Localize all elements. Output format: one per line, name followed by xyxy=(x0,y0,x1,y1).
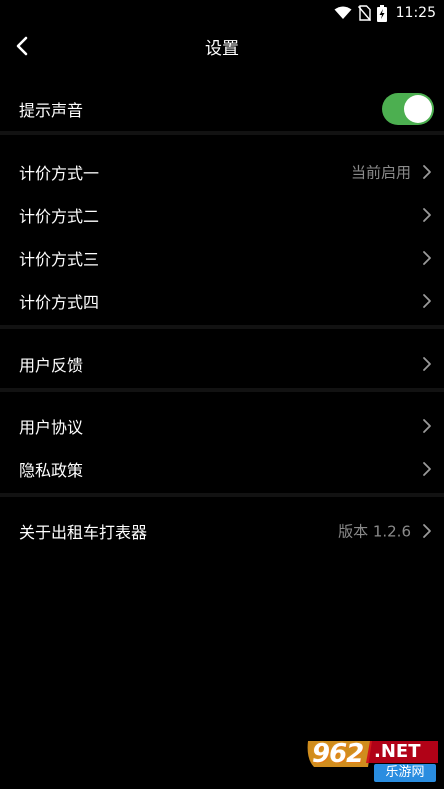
chevron-right-icon xyxy=(423,462,431,476)
pricing-method-2-label: 计价方式二 xyxy=(19,207,100,226)
no-sim-icon xyxy=(357,5,371,21)
user-agreement-label: 用户协议 xyxy=(19,418,84,437)
section-divider xyxy=(0,131,444,135)
pricing-method-3-row[interactable]: 计价方式三 xyxy=(0,237,444,279)
section-divider xyxy=(0,493,444,497)
user-agreement-row[interactable]: 用户协议 xyxy=(0,405,444,447)
privacy-policy-label: 隐私政策 xyxy=(19,461,84,480)
status-icons: 11:25 xyxy=(334,3,436,23)
chevron-right-icon xyxy=(423,165,431,179)
chevron-right-icon xyxy=(423,524,431,538)
chevron-right-icon xyxy=(423,294,431,308)
sound-setting-label: 提示声音 xyxy=(19,101,84,120)
version-text: 版本 1.2.6 xyxy=(338,522,411,541)
pricing-method-1-label: 计价方式一 xyxy=(19,164,100,183)
about-row[interactable]: 关于出租车打表器 版本 1.2.6 xyxy=(0,510,444,552)
sound-toggle[interactable] xyxy=(382,93,434,125)
wifi-icon xyxy=(334,6,352,20)
status-bar: 11:25 xyxy=(0,0,444,26)
section-divider xyxy=(0,388,444,392)
nav-bar: 设置 xyxy=(0,26,444,66)
about-label: 关于出租车打表器 xyxy=(19,523,148,542)
privacy-policy-row[interactable]: 隐私政策 xyxy=(0,448,444,490)
pricing-method-3-label: 计价方式三 xyxy=(19,250,100,269)
pricing-method-4-label: 计价方式四 xyxy=(19,293,100,312)
pricing-method-4-row[interactable]: 计价方式四 xyxy=(0,280,444,322)
page-title: 设置 xyxy=(205,39,239,59)
toggle-knob xyxy=(404,95,432,123)
section-divider xyxy=(0,325,444,329)
watermark-cn-text: 乐游网 xyxy=(374,764,436,782)
feedback-label: 用户反馈 xyxy=(19,356,84,375)
chevron-right-icon xyxy=(423,419,431,433)
status-time: 11:25 xyxy=(395,5,436,21)
chevron-right-icon xyxy=(423,357,431,371)
watermark-domain: .NET xyxy=(374,741,421,762)
feedback-row[interactable]: 用户反馈 xyxy=(0,343,444,385)
pricing-method-2-row[interactable]: 计价方式二 xyxy=(0,194,444,236)
pricing-method-1-status: 当前启用 xyxy=(350,163,411,182)
watermark-number: 962 xyxy=(312,739,364,769)
pricing-method-1-row[interactable]: 计价方式一 当前启用 xyxy=(0,151,444,193)
sound-setting-row: 提示声音 xyxy=(0,88,444,130)
watermark: 962 .NET 乐游网 xyxy=(304,737,440,785)
chevron-right-icon xyxy=(423,251,431,265)
battery-charging-icon xyxy=(376,4,387,22)
chevron-right-icon xyxy=(423,208,431,222)
